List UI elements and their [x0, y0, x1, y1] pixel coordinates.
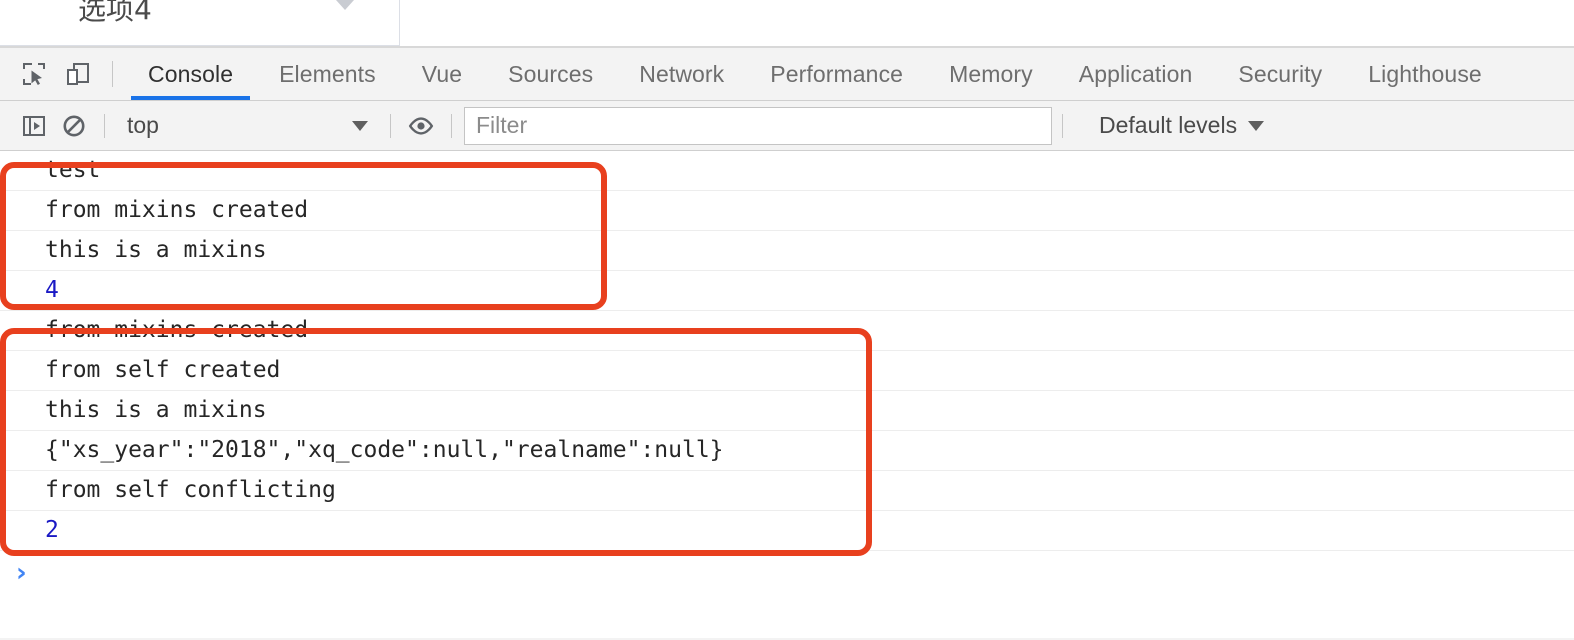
devtools-tabbar: Console Elements Vue Sources Network Per… [0, 48, 1574, 101]
console-message-text: {"xs_year":"2018","xq_code":null,"realna… [45, 437, 724, 463]
option-select-value: 选项4 [78, 0, 152, 26]
console-message[interactable]: from mixins created [0, 311, 1574, 351]
tab-label: Lighthouse [1368, 60, 1482, 87]
tab-memory[interactable]: Memory [926, 48, 1056, 100]
tab-label: Network [639, 60, 725, 87]
tab-security[interactable]: Security [1215, 48, 1345, 100]
console-message[interactable]: this is a mixins [0, 231, 1574, 271]
execution-context-select[interactable]: top [115, 108, 380, 144]
toolbar-divider [104, 113, 105, 138]
console-message[interactable]: 2 [0, 511, 1574, 551]
tab-label: Memory [949, 60, 1033, 87]
toolbar-divider [451, 113, 452, 138]
console-message[interactable]: this is a mixins [0, 391, 1574, 431]
chevron-down-icon [336, 0, 354, 10]
tab-network[interactable]: Network [616, 48, 747, 100]
console-message[interactable]: 4 [0, 271, 1574, 311]
filter-input[interactable]: Filter [464, 106, 1052, 145]
log-levels-select[interactable]: Default levels [1087, 108, 1276, 144]
tab-label: Security [1238, 60, 1323, 87]
tab-label: Sources [508, 60, 594, 87]
console-sidebar-icon[interactable] [14, 108, 54, 144]
console-message-text: 4 [45, 277, 59, 303]
tab-elements[interactable]: Elements [256, 48, 399, 100]
log-levels-value: Default levels [1099, 112, 1238, 138]
console-message-text: this is a mixins [45, 397, 267, 423]
tab-label: Vue [421, 60, 463, 87]
tab-application[interactable]: Application [1056, 48, 1216, 100]
console-message-text: this is a mixins [45, 237, 267, 263]
eye-icon[interactable] [401, 108, 441, 144]
toolbar-divider [390, 113, 391, 138]
screenshot-root: 选项4 Console Elements Vue Sources Network… [0, 0, 1574, 640]
device-toolbar-icon[interactable] [56, 54, 100, 94]
console-message-list[interactable]: test from mixins created this is a mixin… [0, 151, 1574, 638]
console-message[interactable]: from mixins created [0, 191, 1574, 231]
tab-label: Elements [279, 60, 376, 87]
tab-vue[interactable]: Vue [399, 48, 485, 100]
toolbar-divider [1062, 113, 1063, 138]
chevron-down-icon [1248, 120, 1265, 131]
tab-label: Application [1078, 60, 1193, 87]
devtools-panel: Console Elements Vue Sources Network Per… [0, 48, 1574, 640]
tab-lighthouse[interactable]: Lighthouse [1345, 48, 1505, 100]
toolbar-divider [112, 61, 113, 87]
chevron-down-icon [352, 120, 368, 131]
console-message[interactable]: from self conflicting [0, 471, 1574, 511]
console-message-text: from self conflicting [45, 477, 336, 503]
option-select[interactable]: 选项4 [0, 0, 400, 46]
console-message[interactable]: test [0, 151, 1574, 191]
tab-label: Console [148, 60, 234, 87]
tab-console[interactable]: Console [125, 48, 256, 100]
console-prompt[interactable]: › [0, 551, 1574, 595]
console-message-text: from self created [45, 357, 281, 383]
console-toolbar: top Filter Default levels [0, 101, 1574, 151]
console-message[interactable]: {"xs_year":"2018","xq_code":null,"realna… [0, 431, 1574, 471]
execution-context-value: top [127, 112, 159, 138]
clear-console-icon[interactable] [54, 108, 94, 144]
console-message-text: 2 [45, 517, 59, 543]
console-message-text: from mixins created [45, 317, 309, 343]
tab-list: Console Elements Vue Sources Network Per… [125, 48, 1574, 100]
prompt-chevron-icon: › [16, 558, 27, 588]
page-content-strip: 选项4 [0, 0, 1574, 48]
inspect-element-icon[interactable] [12, 54, 56, 94]
console-message-text: from mixins created [45, 197, 309, 223]
console-message-text: test [45, 157, 101, 183]
tab-performance[interactable]: Performance [747, 48, 926, 100]
tab-sources[interactable]: Sources [485, 48, 616, 100]
console-message[interactable]: from self created [0, 351, 1574, 391]
tab-label: Performance [770, 60, 904, 87]
filter-placeholder: Filter [476, 112, 528, 138]
